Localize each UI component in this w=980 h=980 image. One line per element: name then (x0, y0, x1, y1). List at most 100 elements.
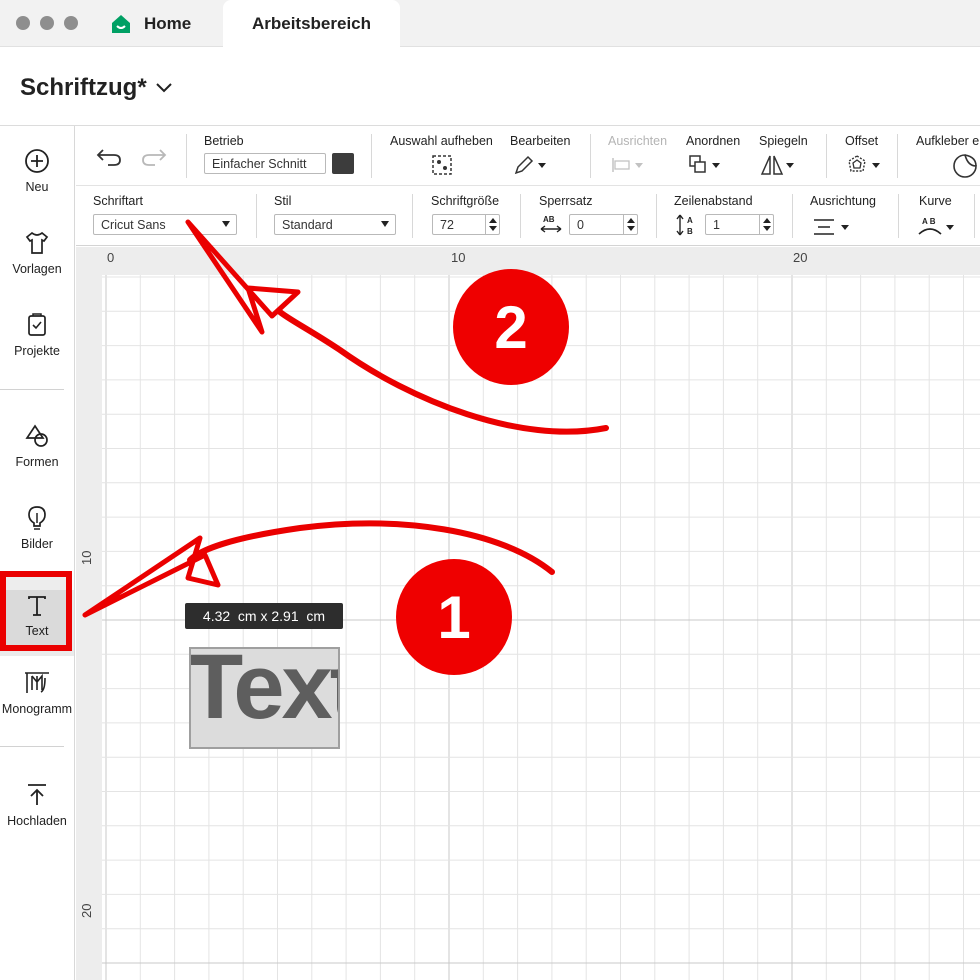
stil-select[interactable]: Standard (274, 214, 396, 235)
tab-home-label: Home (144, 13, 192, 33)
zeilenabstand-value: 1 (713, 217, 720, 232)
offset-label: Offset (845, 134, 879, 148)
toolbar-divider (792, 194, 793, 238)
sidebar-item-label: Neu (25, 180, 49, 194)
mirror-icon[interactable] (760, 154, 796, 176)
sidebar-item-label: Projekte (14, 344, 60, 358)
caret-down-icon (222, 221, 230, 227)
sidebar-item-hochladen[interactable]: Hochladen (0, 782, 74, 828)
toolbar-divider (256, 194, 257, 238)
sidebar-item-vorlagen[interactable]: Vorlagen (0, 230, 74, 276)
window-close-dot[interactable] (16, 16, 30, 30)
sidebar-item-bilder[interactable]: Bilder (0, 505, 74, 551)
ruler-top-label: 10 (451, 250, 466, 265)
left-sidebar: Neu Vorlagen Projekte Formen Bilder Text… (0, 126, 75, 980)
monogram-icon (25, 672, 49, 693)
edit-toolbar: Betrieb Einfacher Schnitt Auswahl aufheb… (76, 126, 980, 186)
toolbar-divider (590, 134, 591, 178)
bearbeiten-label: Bearbeiten (510, 134, 571, 148)
pencil-icon[interactable] (513, 154, 547, 176)
cricut-home-icon (112, 14, 130, 33)
annotation-badge-1: 1 (396, 559, 512, 675)
color-swatch[interactable] (332, 153, 354, 174)
sidebar-item-projekte[interactable]: Projekte (0, 312, 74, 358)
schriftgroesse-value: 72 (440, 217, 454, 232)
svg-text:A: A (687, 216, 693, 225)
toolbar-divider (412, 194, 413, 238)
ruler-left-label: 20 (79, 903, 94, 918)
ruler-top-label: 0 (107, 250, 115, 265)
title-bar: Home Arbeitsbereich (0, 0, 980, 48)
ausrichtung-label: Ausrichtung (810, 194, 877, 208)
sidebar-item-monogramm[interactable]: Monogramm (0, 670, 74, 716)
schriftgroesse-label: Schriftgröße (431, 194, 500, 208)
upload-icon (28, 784, 46, 805)
stil-label: Stil (274, 194, 292, 208)
svg-text:B: B (687, 227, 693, 236)
aufkleber-label: Aufkleber e (916, 134, 980, 148)
window-maximize-dot[interactable] (64, 16, 78, 30)
schriftgroesse-input[interactable]: 72 (432, 214, 500, 235)
toolbar-divider (371, 134, 372, 178)
zeilenabstand-label: Zeilenabstand (674, 194, 753, 208)
project-title-dropdown[interactable]: Schriftzug* (20, 74, 173, 102)
window-minimize-dot[interactable] (40, 16, 54, 30)
text-curve-icon[interactable]: A B (917, 214, 957, 238)
lightbulb-icon (28, 506, 46, 530)
toolbar-divider (897, 134, 898, 178)
text-object[interactable]: Text (189, 647, 340, 749)
sidebar-item-label: Hochladen (7, 814, 67, 828)
redo-icon[interactable] (141, 148, 167, 166)
text-object-content: Text (189, 647, 338, 738)
toolbar-divider (520, 194, 521, 238)
text-align-icon[interactable] (812, 218, 852, 236)
sticker-icon[interactable] (952, 153, 978, 179)
deselect-icon[interactable] (431, 154, 453, 176)
arrange-icon[interactable] (688, 154, 722, 176)
tab-arbeitsbereich[interactable]: Arbeitsbereich (223, 0, 400, 48)
line-spacing-icon: A B (676, 214, 693, 236)
anordnen-label: Anordnen (686, 134, 741, 148)
stepper-icon[interactable] (623, 215, 637, 234)
undo-icon[interactable] (96, 148, 122, 166)
auswahl-aufheben-label: Auswahl aufheben (390, 134, 493, 148)
stil-value: Standard (282, 217, 333, 232)
betrieb-label: Betrieb (204, 134, 244, 148)
sidebar-item-neu[interactable]: Neu (0, 148, 74, 194)
toolbar-divider (826, 134, 827, 178)
schriftart-select[interactable]: Cricut Sans (93, 214, 237, 235)
offset-icon[interactable] (846, 154, 882, 176)
sperrsatz-input[interactable]: 0 (569, 214, 638, 235)
zeilenabstand-input[interactable]: 1 (705, 214, 774, 235)
betrieb-select[interactable]: Einfacher Schnitt (204, 153, 326, 174)
tshirt-icon (25, 231, 49, 254)
tab-home[interactable]: Home (110, 0, 191, 47)
plus-circle-icon (25, 149, 49, 173)
sidebar-item-formen[interactable]: Formen (0, 423, 74, 469)
caret-down-icon (381, 221, 389, 227)
project-icon (28, 313, 46, 336)
toolbar-divider (898, 194, 899, 238)
sidebar-item-label: Formen (15, 455, 59, 469)
sidebar-divider (0, 746, 64, 747)
schriftart-value: Cricut Sans (101, 217, 166, 232)
project-title: Schriftzug* (20, 74, 147, 101)
stepper-icon[interactable] (485, 215, 499, 234)
betrieb-value: Einfacher Schnitt (212, 156, 307, 171)
sidebar-item-label: Monogramm (1, 702, 73, 716)
ruler-vertical: 10 20 (76, 247, 102, 980)
toolbar-divider (974, 194, 975, 238)
dimensions-tooltip: 4.32 cm x 2.91 cm (185, 603, 343, 629)
stepper-icon[interactable] (759, 215, 773, 234)
ausrichten-label: Ausrichten (608, 134, 668, 148)
kurve-label: Kurve (919, 194, 952, 208)
schriftart-label: Schriftart (93, 194, 144, 208)
ruler-top-label: 20 (793, 250, 808, 265)
align-icon (612, 158, 643, 172)
spiegeln-label: Spiegeln (759, 134, 808, 148)
ruler-left-label: 10 (79, 550, 94, 565)
tab-arbeitsbereich-label: Arbeitsbereich (251, 14, 372, 33)
text-toolbar: Schriftart Cricut Sans Stil Standard Sch… (76, 186, 980, 246)
sperrsatz-label: Sperrsatz (539, 194, 593, 208)
toolbar-divider (656, 194, 657, 238)
